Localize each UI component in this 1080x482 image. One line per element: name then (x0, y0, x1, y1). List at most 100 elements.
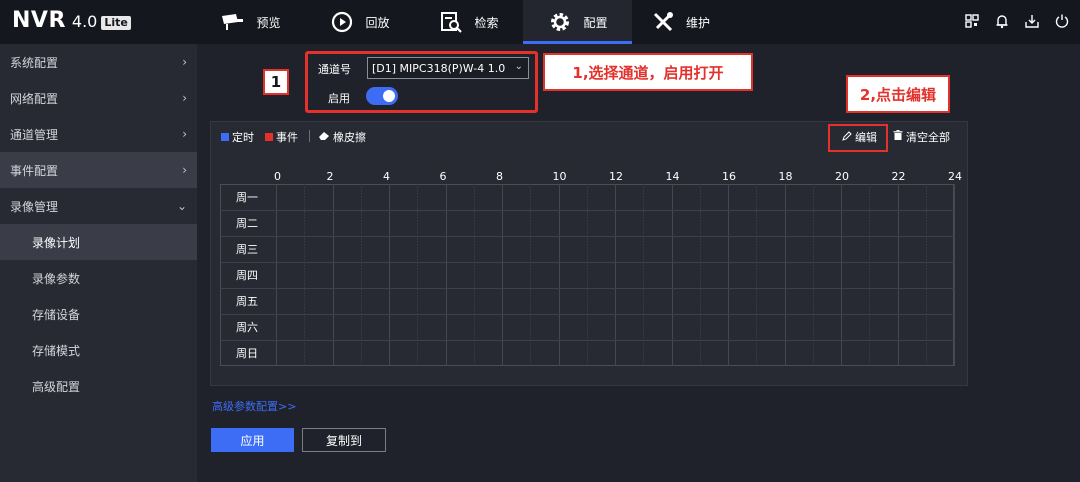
sidebar: 系统配置 › 网络配置 › 通道管理 › 事件配置 › 录像管理 ⌄ 录像计划 … (0, 44, 197, 482)
edit-button[interactable]: 编辑 (842, 129, 877, 145)
edit-label: 编辑 (855, 131, 877, 144)
bell-icon[interactable] (994, 10, 1010, 32)
grid-hour-line (615, 184, 616, 366)
sidebar-item-network[interactable]: 网络配置 › (0, 80, 197, 116)
day-label: 周一 (236, 191, 258, 204)
pencil-icon (842, 130, 852, 144)
sidebar-item-label: 通道管理 (10, 127, 59, 142)
sidebar-subitem-label: 高级配置 (32, 379, 81, 394)
legend-event[interactable]: 事件 (265, 129, 298, 145)
enable-label: 启用 (328, 92, 350, 105)
grid-hour-line (897, 184, 899, 366)
grid-hour-line (812, 184, 814, 366)
hour-label: 4 (383, 170, 390, 183)
grid-hour-line (502, 184, 503, 366)
sidebar-subitem-advanced[interactable]: 高级配置 (0, 368, 197, 404)
sidebar-item-system[interactable]: 系统配置 › (0, 44, 197, 80)
nav-playback[interactable]: 回放 (305, 0, 414, 44)
qrcode-icon[interactable] (964, 10, 980, 32)
nav-maintenance[interactable]: 维护 (632, 0, 752, 44)
grid-row-line (220, 262, 954, 263)
trash-icon (893, 130, 903, 144)
nav-config[interactable]: 配置 (523, 0, 632, 44)
hour-label: 6 (439, 170, 447, 183)
nav-search[interactable]: 检索 (414, 0, 523, 44)
grid-row-line (220, 236, 954, 237)
sidebar-subitem-storage-device[interactable]: 存储设备 (0, 296, 197, 332)
legend-timed[interactable]: 定时 (221, 129, 254, 145)
sidebar-item-label: 事件配置 (10, 163, 59, 178)
advanced-params-link[interactable]: 高级参数配置>> (212, 398, 296, 414)
grid-hour-line (389, 184, 390, 366)
logo-version: 4.0 (71, 12, 98, 31)
day-label: 周二 (236, 217, 258, 230)
playback-icon (329, 9, 355, 35)
apply-button[interactable]: 应用 (211, 428, 294, 452)
chevron-down-icon: ⌄ (514, 61, 523, 72)
day-label: 周四 (236, 269, 258, 282)
chevron-right-icon: › (182, 91, 187, 105)
nav-maintenance-label: 维护 (686, 15, 711, 30)
camera-icon (220, 9, 246, 35)
power-icon[interactable] (1054, 10, 1070, 32)
channel-label: 通道号 (318, 63, 351, 76)
nav-search-label: 检索 (474, 15, 499, 30)
hour-label: 12 (609, 170, 623, 183)
logo-badge: Lite (101, 16, 131, 30)
chevron-right-icon: › (182, 127, 187, 141)
sidebar-subitem-storage-mode[interactable]: 存储模式 (0, 332, 197, 368)
step-1-callout: 1,选择通道，启用打开 (543, 53, 753, 91)
grid-hour-line (869, 184, 871, 366)
event-swatch (265, 133, 273, 141)
grid-hour-line (530, 184, 532, 366)
sidebar-item-channel[interactable]: 通道管理 › (0, 116, 197, 152)
step-1-badge: 1 (263, 69, 289, 95)
chevron-down-icon: ⌄ (176, 199, 187, 213)
hour-label: 2 (326, 170, 334, 183)
legend-event-label: 事件 (276, 131, 298, 144)
channel-select-value: [D1] MIPC318(P)W-4 1.0 (372, 61, 506, 75)
grid-row-line (220, 314, 954, 315)
channel-select[interactable]: [D1] MIPC318(P)W-4 1.0 ⌄ (367, 57, 529, 79)
chevron-right-icon: › (182, 163, 187, 177)
top-bar: NVR 4.0 Lite 预览 回放 检索 配置 维护 (0, 0, 1080, 44)
grid-hour-line (756, 184, 758, 366)
download-icon[interactable] (1024, 10, 1040, 32)
tools-icon (650, 9, 676, 35)
sidebar-item-label: 网络配置 (10, 91, 59, 106)
grid-hour-line (784, 184, 786, 366)
sidebar-subitem-record-params[interactable]: 录像参数 (0, 260, 197, 296)
grid-row-line (220, 340, 954, 341)
hour-label: 8 (496, 170, 503, 183)
sidebar-item-recording[interactable]: 录像管理 ⌄ (0, 188, 197, 224)
grid-row-line (220, 210, 954, 211)
grid-hour-line (671, 184, 673, 366)
clear-all-button[interactable]: 清空全部 (893, 129, 950, 145)
day-label: 周三 (236, 243, 258, 256)
legend-divider (309, 130, 310, 142)
day-label: 周五 (236, 295, 258, 308)
eraser-icon (318, 131, 330, 144)
hour-label: 16 (722, 170, 736, 183)
hour-label: 14 (665, 170, 680, 183)
chevron-right-icon: › (182, 55, 187, 69)
sidebar-subitem-record-schedule[interactable]: 录像计划 (0, 224, 197, 260)
main-nav: 预览 回放 检索 配置 维护 (196, 0, 752, 44)
sidebar-subitem-label: 录像参数 (32, 271, 81, 286)
logo-name: NVR (12, 8, 66, 33)
sidebar-subitem-label: 存储设备 (32, 307, 81, 322)
timed-swatch (221, 133, 229, 141)
nav-preview-label: 预览 (256, 15, 281, 30)
grid-row-line (220, 288, 954, 289)
nav-preview[interactable]: 预览 (196, 0, 305, 44)
eraser-tool[interactable]: 橡皮擦 (318, 129, 366, 145)
hour-label: 10 (552, 170, 567, 183)
enable-toggle[interactable] (366, 87, 398, 105)
copy-to-button[interactable]: 复制到 (302, 428, 386, 452)
day-label: 周六 (236, 321, 258, 334)
grid-hour-line (728, 184, 729, 366)
hour-label: 0 (274, 170, 281, 183)
sidebar-item-label: 系统配置 (10, 55, 59, 70)
sidebar-item-event[interactable]: 事件配置 › (0, 152, 197, 188)
gear-icon (547, 9, 573, 35)
